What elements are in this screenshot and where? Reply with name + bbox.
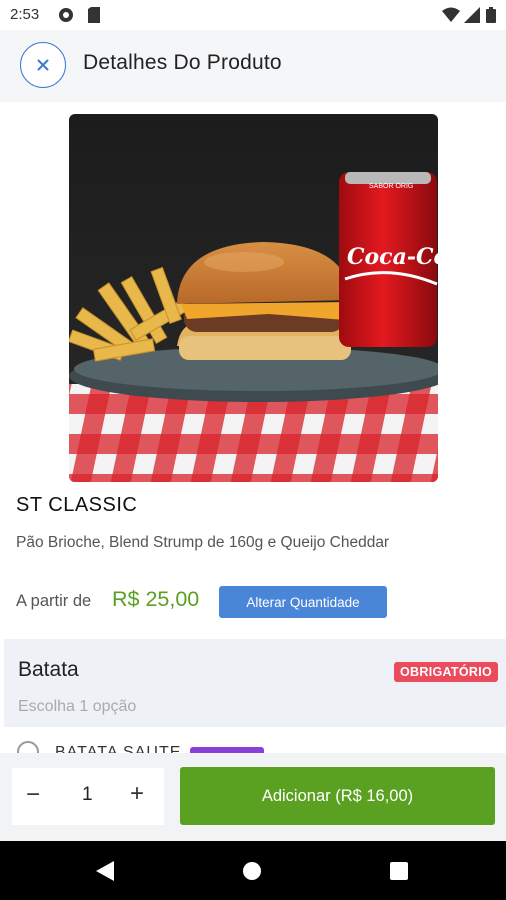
quantity-value: 1: [82, 784, 93, 805]
back-icon[interactable]: [96, 861, 116, 886]
product-image: Coca-Co SABOR ORIG: [69, 114, 438, 482]
svg-text:SABOR ORIG: SABOR ORIG: [369, 183, 413, 190]
option-group-title: Batata: [18, 658, 79, 681]
add-to-cart-button[interactable]: Adicionar (R$ 16,00): [180, 767, 495, 825]
status-bar: 2:53: [0, 0, 506, 30]
change-quantity-button[interactable]: Alterar Quantidade: [219, 586, 387, 618]
option-group-header: Batata OBRIGATÓRIO Escolha 1 opção: [4, 639, 506, 727]
option-item-label: BATATA SAUTE: [55, 744, 182, 753]
battery-icon: [486, 7, 496, 27]
product-description: Pão Brioche, Blend Strump de 160g e Quei…: [16, 534, 390, 551]
vpn-icon: [58, 7, 74, 27]
radio-button[interactable]: [17, 741, 39, 753]
home-icon[interactable]: [243, 862, 261, 880]
product-price: R$ 25,00: [112, 587, 200, 611]
option-group-subtitle: Escolha 1 opção: [18, 698, 137, 715]
price-prefix: A partir de: [16, 592, 92, 610]
page-title: Detalhes Do Produto: [83, 51, 282, 74]
increase-quantity-button[interactable]: +: [130, 780, 144, 808]
sim-icon: [88, 7, 100, 27]
header: Detalhes Do Produto: [0, 30, 506, 102]
signal-icon: [464, 7, 480, 27]
close-button[interactable]: [20, 42, 66, 88]
status-time: 2:53: [10, 6, 40, 23]
quantity-stepper: − 1 +: [12, 768, 164, 825]
svg-text:Coca-Co: Coca-Co: [347, 244, 438, 270]
wifi-icon: [442, 7, 460, 27]
product-name: ST CLASSIC: [16, 494, 138, 516]
option-item[interactable]: BATATA SAUTE: [0, 727, 506, 753]
recent-apps-icon[interactable]: [390, 862, 408, 880]
bottom-action-bar: − 1 + Adicionar (R$ 16,00): [0, 753, 506, 841]
close-icon: [37, 59, 49, 71]
required-badge: OBRIGATÓRIO: [394, 662, 498, 682]
decrease-quantity-button[interactable]: −: [26, 781, 40, 809]
system-navigation-bar: [0, 841, 506, 900]
